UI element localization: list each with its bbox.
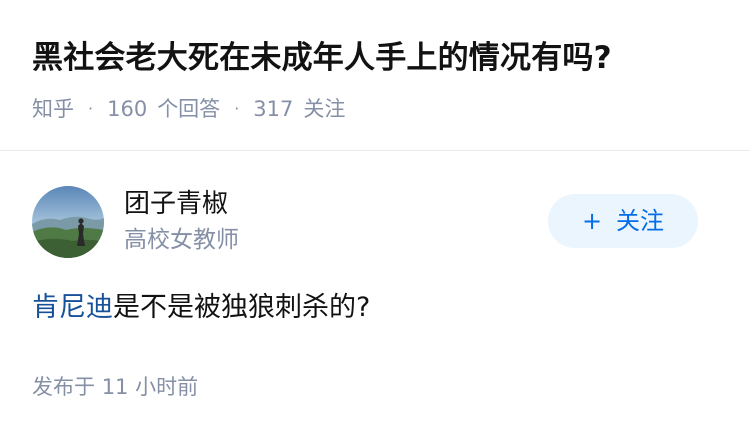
answer-content: 肯尼迪是不是被独狼刺杀的? xyxy=(32,288,370,328)
landscape-avatar-icon xyxy=(32,186,104,258)
author-info: 团子青椒 高校女教师 + 关注 xyxy=(32,184,718,260)
author-headline: 高校女教师 xyxy=(124,227,239,253)
follow-button[interactable]: + 关注 xyxy=(548,194,698,248)
answer-count: 160 xyxy=(107,97,148,121)
source-label[interactable]: 知乎 xyxy=(32,94,74,124)
question-title[interactable]: 黑社会老大死在未成年人手上的情况有吗? xyxy=(32,36,612,80)
publish-label: 发布于 xyxy=(32,375,95,399)
meta-separator: · xyxy=(88,99,94,118)
plus-icon: + xyxy=(581,207,603,235)
answer-count-label: 个回答 xyxy=(157,97,221,121)
answer-text: 是不是被独狼刺杀的? xyxy=(113,292,371,323)
follower-count: 317 xyxy=(253,97,294,121)
publish-time: 发布于 11 小时前 xyxy=(32,372,198,402)
author-name[interactable]: 团子青椒 xyxy=(124,186,228,222)
follower-count-label: 关注 xyxy=(303,97,346,121)
author-avatar[interactable] xyxy=(32,186,104,258)
meta-separator: · xyxy=(234,99,240,118)
topic-link[interactable]: 肯尼迪 xyxy=(32,292,113,323)
publish-time-value: 11 小时前 xyxy=(101,375,199,399)
question-header: 黑社会老大死在未成年人手上的情况有吗? 知乎 · 160 个回答 · 317 关… xyxy=(0,0,750,151)
question-meta: 知乎 · 160 个回答 · 317 关注 xyxy=(32,94,345,124)
follow-button-label: 关注 xyxy=(616,207,665,235)
